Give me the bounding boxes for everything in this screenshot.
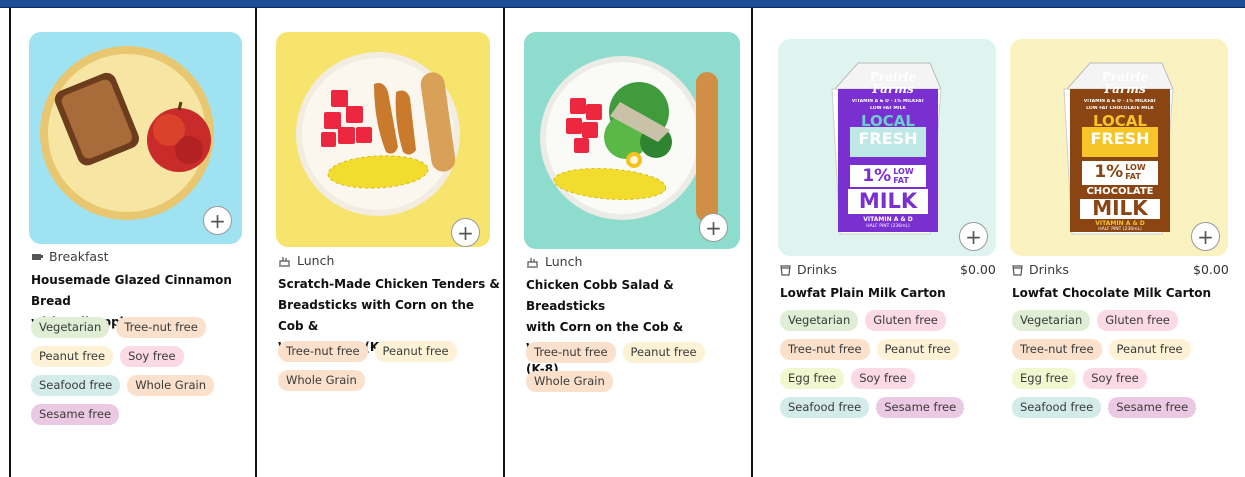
carton-product: MILK <box>858 189 918 213</box>
tag-tree-nut-free: Tree-nut free <box>1012 339 1102 360</box>
carton-percent: 1% LOW FAT <box>1094 162 1146 182</box>
tag-whole-grain: Whole Grain <box>526 371 613 392</box>
tag-seafood-free: Seafood free <box>780 397 870 418</box>
tag-sesame-free: Sesame free <box>1108 397 1197 418</box>
tag-egg-free: Egg free <box>1012 368 1077 389</box>
tag-whole-grain: Whole Grain <box>127 375 214 396</box>
tag-peanut-free: Peanut free <box>374 341 457 362</box>
meal-type-label: Lunch <box>297 253 335 268</box>
top-nav-bar <box>0 0 1245 8</box>
tag-soy-free: Soy free <box>851 368 915 389</box>
tag-tree-nut-free: Tree-nut free <box>278 341 368 362</box>
carton-fat-sub: LOW FAT CHOCOLATE MILK <box>1086 106 1154 111</box>
meal-type-label: Lunch <box>545 254 583 269</box>
meal-type-label: Drinks <box>797 262 837 277</box>
carton-local: LOCAL <box>1093 112 1147 130</box>
meal-type: Breakfast <box>31 249 109 264</box>
carton-vitamin-top: VITAMIN A & D · 1% MILKFAT <box>851 99 925 104</box>
meal-type: Drinks <box>1012 262 1069 277</box>
lunch-icon <box>527 257 538 268</box>
menu-column-drinks: Prairie Farms VITAMIN A & D · 1% MILKFAT… <box>751 8 1245 477</box>
tag-whole-grain: Whole Grain <box>278 370 365 391</box>
lunch-icon <box>279 256 290 267</box>
tag-tree-nut-free: Tree-nut free <box>780 339 870 360</box>
food-image: + <box>29 32 242 244</box>
carton-percent: 1% LOW FAT <box>862 166 914 186</box>
carton-vitamin: VITAMIN A & D <box>1095 220 1145 227</box>
tag-gluten-free: Gluten free <box>865 310 946 331</box>
tag-tree-nut-free: Tree-nut free <box>116 317 206 338</box>
carton-pint: HALF PINT (236mL) <box>1098 227 1142 232</box>
tag-vegetarian: Vegetarian <box>31 317 110 338</box>
dietary-tags: Tree-nut free Peanut free Whole Grain <box>278 341 500 391</box>
tag-seafood-free: Seafood free <box>1012 397 1102 418</box>
menu-column-2: + Lunch Scratch-Made Chicken Tenders & B… <box>255 8 503 477</box>
carton-vitamin: VITAMIN A & D <box>863 216 913 223</box>
menu-column-3: + Lunch Chicken Cobb Salad & Breadsticks… <box>503 8 751 477</box>
item-title[interactable]: Lowfat Plain Milk Carton <box>780 283 1000 304</box>
food-image: + <box>524 32 740 249</box>
meal-type: Lunch <box>526 254 582 269</box>
carton-vitamin-top: VITAMIN A & D · 1% MILKFAT <box>1083 99 1157 104</box>
meal-type-label: Drinks <box>1029 262 1069 277</box>
meal-type: Lunch <box>278 253 334 268</box>
food-image: + <box>276 32 490 247</box>
tag-sesame-free: Sesame free <box>31 404 120 425</box>
carton-brand: Prairie Farms <box>869 70 917 96</box>
carton-fresh: FRESH <box>1090 129 1150 148</box>
add-item-button[interactable]: + <box>451 218 480 247</box>
carton-fat-sub: LOW FAT MILK <box>870 106 906 111</box>
drink-cup-icon <box>780 264 791 276</box>
tag-peanut-free: Peanut free <box>876 339 959 360</box>
carton-brand: Prairie Farms <box>1101 70 1149 96</box>
drink-cup-icon <box>1012 264 1023 276</box>
item-price: $0.00 <box>1193 262 1229 277</box>
tag-seafood-free: Seafood free <box>31 375 121 396</box>
meal-type-label: Breakfast <box>49 249 109 264</box>
menu-column-1: + Breakfast Housemade Glazed Cinnamon Br… <box>9 8 255 477</box>
tag-gluten-free: Gluten free <box>1097 310 1178 331</box>
tag-sesame-free: Sesame free <box>876 397 965 418</box>
drink-image: Prairie Farms VITAMIN A & D · 1% MILKFAT… <box>778 39 996 256</box>
tag-vegetarian: Vegetarian <box>780 310 859 331</box>
tag-soy-free: Soy free <box>1083 368 1147 389</box>
dietary-tags: Vegetarian Gluten free Tree-nut free Pea… <box>1012 310 1232 418</box>
add-item-button[interactable]: + <box>1191 222 1220 251</box>
tag-tree-nut-free: Tree-nut free <box>526 342 616 363</box>
tag-peanut-free: Peanut free <box>1108 339 1191 360</box>
tag-soy-free: Soy free <box>120 346 184 367</box>
drink-image: Prairie Farms VITAMIN A & D · 1% MILKFAT… <box>1010 39 1228 256</box>
item-title[interactable]: Lowfat Chocolate Milk Carton <box>1012 283 1237 304</box>
tag-peanut-free: Peanut free <box>622 342 705 363</box>
add-item-button[interactable]: + <box>203 206 232 235</box>
item-price: $0.00 <box>960 262 996 277</box>
add-item-button[interactable]: + <box>699 213 728 242</box>
dietary-tags: Vegetarian Tree-nut free Peanut free Soy… <box>31 317 251 425</box>
dietary-tags: Vegetarian Gluten free Tree-nut free Pea… <box>780 310 1000 418</box>
tag-vegetarian: Vegetarian <box>1012 310 1091 331</box>
tag-peanut-free: Peanut free <box>31 346 114 367</box>
add-item-button[interactable]: + <box>959 222 988 251</box>
breakfast-icon <box>32 253 43 260</box>
meal-type: Drinks <box>780 262 837 277</box>
carton-pint: HALF PINT (236mL) <box>866 224 910 229</box>
carton-local: LOCAL <box>861 112 915 130</box>
carton-fresh: FRESH <box>858 129 918 148</box>
dietary-tags: Tree-nut free Peanut free Whole Grain <box>526 342 748 392</box>
tag-egg-free: Egg free <box>780 368 845 389</box>
carton-product: MILK <box>1092 196 1148 220</box>
